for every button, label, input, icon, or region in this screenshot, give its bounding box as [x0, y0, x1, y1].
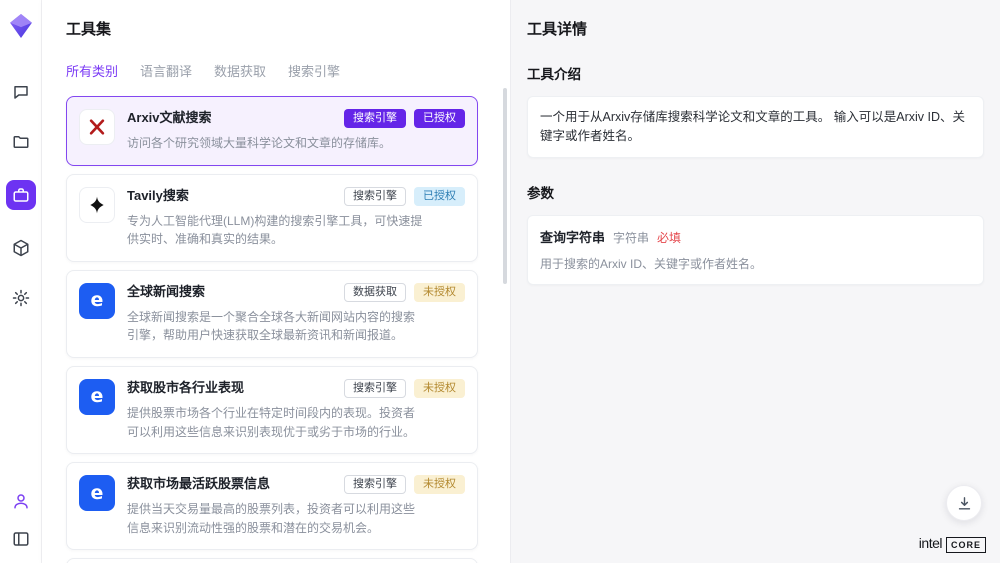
- sidebar-bottom: [9, 489, 33, 551]
- tool-title: 获取市场最活跃股票信息: [127, 475, 270, 493]
- page-title: 工具集: [66, 18, 510, 39]
- param-name: 查询字符串: [540, 227, 605, 246]
- tool-title: 全球新闻搜索: [127, 283, 205, 301]
- tool-description: 全球新闻搜索是一个聚合全球各大新闻网站内容的搜索引擎，帮助用户快速获取全球最新资…: [127, 308, 425, 345]
- tab-data-fetching[interactable]: 数据获取: [214, 61, 266, 80]
- tool-title: Tavily搜索: [127, 187, 189, 205]
- chat-icon[interactable]: [9, 80, 33, 104]
- details-title: 工具详情: [527, 18, 984, 39]
- tool-list-panel: 工具集 所有类别 语言翻译 数据获取 搜索引擎 Arxiv文献搜索 搜索引擎 已…: [42, 0, 510, 563]
- tool-card-regional-news[interactable]: 万维地区新闻查询 搜索引擎 未授权 查询具体行政区划内的新闻，快速了解各地新闻动: [66, 558, 478, 563]
- auth-badge: 未授权: [414, 283, 465, 302]
- tool-title: Arxiv文献搜索: [127, 109, 212, 127]
- layout-icon[interactable]: [9, 527, 33, 551]
- tool-card-arxiv[interactable]: Arxiv文献搜索 搜索引擎 已授权 访问各个研究领域大量科学论文和文章的存储库…: [66, 96, 478, 166]
- download-button[interactable]: [946, 485, 982, 521]
- tavily-sparkle-icon: [79, 187, 115, 223]
- params-heading: 参数: [527, 182, 984, 202]
- intro-card: 一个用于从Arxiv存储库搜索科学论文和文章的工具。 输入可以是Arxiv ID…: [527, 96, 984, 158]
- arxiv-icon: [79, 109, 115, 145]
- tool-card-active-stocks[interactable]: e 获取市场最活跃股票信息 搜索引擎 未授权 提供当天交易量最高的股票列表，投资…: [66, 462, 478, 550]
- app-root: 工具集 所有类别 语言翻译 数据获取 搜索引擎 Arxiv文献搜索 搜索引擎 已…: [0, 0, 1000, 563]
- person-icon[interactable]: [9, 489, 33, 513]
- tool-description: 专为人工智能代理(LLM)构建的搜索引擎工具，可快速提供实时、准确和真实的结果。: [127, 212, 425, 249]
- intro-heading: 工具介绍: [527, 63, 984, 83]
- param-card: 查询字符串 字符串 必填 用于搜索的Arxiv ID、关键字或作者姓名。: [527, 215, 984, 285]
- category-badge: 搜索引擎: [344, 187, 406, 206]
- intel-wordmark: intel: [919, 535, 942, 551]
- sidebar-nav: [6, 80, 36, 310]
- auth-badge: 未授权: [414, 379, 465, 398]
- intro-text: 一个用于从Arxiv存储库搜索科学论文和文章的工具。 输入可以是Arxiv ID…: [540, 108, 971, 146]
- scrollbar[interactable]: [503, 88, 507, 284]
- category-tabs: 所有类别 语言翻译 数据获取 搜索引擎: [66, 61, 510, 80]
- tool-description: 提供当天交易量最高的股票列表，投资者可以利用这些信息来识别流动性强的股票和潜在的…: [127, 500, 425, 537]
- tab-all-categories[interactable]: 所有类别: [66, 61, 118, 80]
- intel-core-logo: intel CORE: [919, 535, 986, 553]
- tool-card-list: Arxiv文献搜索 搜索引擎 已授权 访问各个研究领域大量科学论文和文章的存储库…: [66, 96, 478, 563]
- param-description: 用于搜索的Arxiv ID、关键字或作者姓名。: [540, 255, 971, 273]
- category-badge: 搜索引擎: [344, 379, 406, 398]
- box-icon[interactable]: [9, 236, 33, 260]
- auth-badge: 已授权: [414, 109, 465, 128]
- core-wordmark: CORE: [946, 537, 986, 553]
- news-search-logo-icon: e: [79, 283, 115, 319]
- tool-title: 获取股市各行业表现: [127, 379, 244, 397]
- gear-icon[interactable]: [9, 286, 33, 310]
- tool-card-stock-sectors[interactable]: e 获取股市各行业表现 搜索引擎 未授权 提供股票市场各个行业在特定时间段内的表…: [66, 366, 478, 454]
- param-required-flag: 必填: [657, 229, 681, 246]
- tool-card-tavily[interactable]: Tavily搜索 搜索引擎 已授权 专为人工智能代理(LLM)构建的搜索引擎工具…: [66, 174, 478, 262]
- tool-description: 访问各个研究领域大量科学论文和文章的存储库。: [127, 134, 425, 153]
- tool-description: 提供股票市场各个行业在特定时间段内的表现。投资者可以利用这些信息来识别表现优于或…: [127, 404, 425, 441]
- tool-card-global-news[interactable]: e 全球新闻搜索 数据获取 未授权 全球新闻搜索是一个聚合全球各大新闻网站内容的…: [66, 270, 478, 358]
- auth-badge: 未授权: [414, 475, 465, 494]
- tab-language-translation[interactable]: 语言翻译: [140, 61, 192, 80]
- tool-details-panel: 工具详情 工具介绍 一个用于从Arxiv存储库搜索科学论文和文章的工具。 输入可…: [510, 0, 1000, 563]
- auth-badge: 已授权: [414, 187, 465, 206]
- app-logo[interactable]: [9, 14, 33, 38]
- param-type: 字符串: [613, 229, 649, 246]
- category-badge: 数据获取: [344, 283, 406, 302]
- active-stocks-logo-icon: e: [79, 475, 115, 511]
- category-badge: 搜索引擎: [344, 109, 406, 128]
- tab-search-engine[interactable]: 搜索引擎: [288, 61, 340, 80]
- briefcase-icon[interactable]: [6, 180, 36, 210]
- stock-sector-logo-icon: e: [79, 379, 115, 415]
- sidebar: [0, 0, 42, 563]
- category-badge: 搜索引擎: [344, 475, 406, 494]
- param-header: 查询字符串 字符串 必填: [540, 227, 971, 246]
- folder-icon[interactable]: [9, 130, 33, 154]
